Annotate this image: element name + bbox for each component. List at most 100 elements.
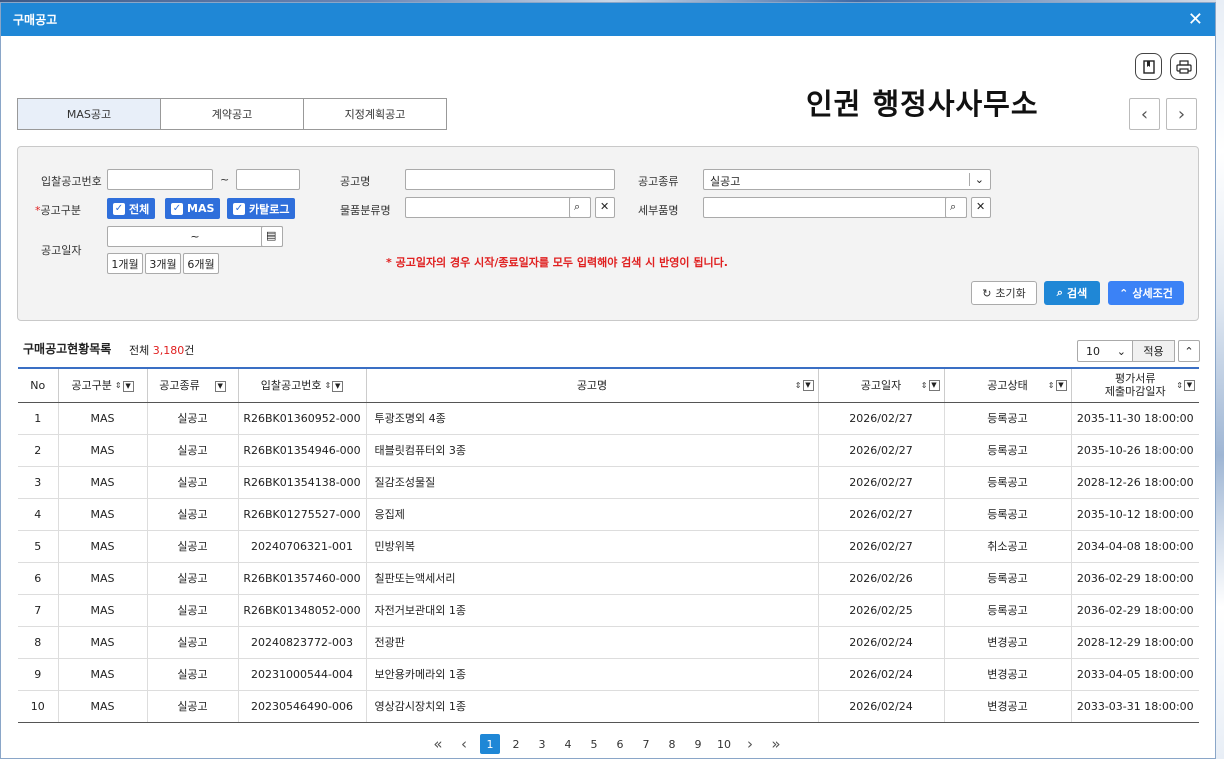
table-row[interactable]: 4 MAS 실공고 R26BK01275527-000 응집제 2026/02/27 등록공… bbox=[18, 498, 1199, 531]
row-notice-name[interactable]: 투광조명외 4종 bbox=[366, 402, 819, 435]
detail-item-clear-button[interactable]: ✕ bbox=[971, 197, 991, 218]
row-bid-no: R26BK01348052-000 bbox=[238, 594, 367, 627]
row-date: 2026/02/27 bbox=[818, 434, 945, 467]
col-type[interactable]: 공고종류 ▼ bbox=[147, 367, 239, 403]
nav-arrows: ‹ › bbox=[1129, 98, 1197, 130]
page-button[interactable]: 3 bbox=[529, 734, 555, 754]
notice-tabs: MAS공고 계약공고 지정계획공고 bbox=[17, 98, 447, 130]
month-1-button[interactable]: 1개월 bbox=[107, 253, 143, 274]
next-button[interactable]: › bbox=[1166, 98, 1197, 130]
col-notice-name[interactable]: 공고명 ⇕ ▼ bbox=[366, 367, 819, 403]
prev-button[interactable]: ‹ bbox=[1129, 98, 1160, 130]
search-button[interactable]: ⌕ 검색 bbox=[1044, 281, 1100, 305]
table-row[interactable]: 3 MAS 실공고 R26BK01354138-000 질감조성물질 2026/02/27… bbox=[18, 466, 1199, 499]
chevron-down-icon: ⌄ bbox=[968, 173, 984, 186]
page-button[interactable]: 10 bbox=[711, 734, 737, 754]
chevron-left-icon: ‹ bbox=[461, 735, 467, 753]
calendar-button[interactable]: ▤ bbox=[261, 226, 283, 247]
table-row[interactable]: 8 MAS 실공고 20240823772-003 전광판 2026/02/24 변경공고 2… bbox=[18, 626, 1199, 659]
bid-no-start-input[interactable] bbox=[107, 169, 213, 190]
notice-name-input[interactable] bbox=[405, 169, 615, 190]
item-class-input[interactable] bbox=[405, 197, 591, 218]
next-page-button[interactable]: › bbox=[737, 734, 763, 754]
date-range-input[interactable]: ~ bbox=[107, 226, 283, 247]
detail-item-search-button[interactable]: ⌕ bbox=[945, 197, 967, 218]
close-icon[interactable]: ✕ bbox=[1188, 10, 1203, 29]
page-button[interactable]: 5 bbox=[581, 734, 607, 754]
row-bid-no: 20240823772-003 bbox=[238, 626, 367, 659]
first-page-button[interactable]: « bbox=[425, 734, 451, 754]
row-bid-no: R26BK01354138-000 bbox=[238, 466, 367, 499]
row-deadline: 2035-10-26 18:00:00 bbox=[1071, 434, 1199, 467]
apply-button[interactable]: 적용 bbox=[1133, 340, 1175, 362]
row-notice-name[interactable]: 응집제 bbox=[366, 498, 819, 531]
page-button[interactable]: 8 bbox=[659, 734, 685, 754]
page-button[interactable]: 4 bbox=[555, 734, 581, 754]
row-bid-no: R26BK01360952-000 bbox=[238, 402, 367, 435]
table-row[interactable]: 10 MAS 실공고 20230546490-006 영상감시장치외 1종 2026/02… bbox=[18, 690, 1199, 723]
col-deadline[interactable]: 평가서류 제출마감일자 ⇕ ▼ bbox=[1071, 367, 1199, 403]
prev-page-button[interactable]: ‹ bbox=[451, 734, 477, 754]
row-status: 변경공고 bbox=[944, 690, 1072, 723]
row-deadline: 2028-12-29 18:00:00 bbox=[1071, 626, 1199, 659]
purchase-notice-modal: 구매공고 ✕ 인권 행정사사무소 ‹ › MAS공고 계약공고 지정계획공고 입… bbox=[0, 2, 1216, 759]
collapse-button[interactable]: ⌃ bbox=[1178, 340, 1200, 362]
col-category[interactable]: 공고구분 ⇕ ▼ bbox=[58, 367, 148, 403]
sort-icon: ⇕ bbox=[1047, 380, 1055, 390]
page-button[interactable]: 9 bbox=[685, 734, 711, 754]
page-button[interactable]: 6 bbox=[607, 734, 633, 754]
notice-type-select[interactable]: 실공고 ⌄ bbox=[703, 169, 991, 190]
row-date: 2026/02/24 bbox=[818, 626, 945, 659]
table-row[interactable]: 1 MAS 실공고 R26BK01360952-000 투광조명외 4종 2026/02/… bbox=[18, 402, 1199, 435]
row-type: 실공고 bbox=[147, 466, 239, 499]
detail-item-input[interactable] bbox=[703, 197, 967, 218]
table-row[interactable]: 7 MAS 실공고 R26BK01348052-000 자전거보관대외 1종 2026/0… bbox=[18, 594, 1199, 627]
row-category: MAS bbox=[58, 594, 148, 627]
row-notice-name[interactable]: 태블릿컴퓨터외 3종 bbox=[366, 434, 819, 467]
check-catalog[interactable]: ✓ 카탈로그 bbox=[227, 198, 296, 219]
page-button[interactable]: 1 bbox=[477, 734, 503, 754]
month-6-button[interactable]: 6개월 bbox=[183, 253, 219, 274]
table-row[interactable]: 5 MAS 실공고 20240706321-001 민방위복 2026/02/27 취소공고… bbox=[18, 530, 1199, 563]
reset-button[interactable]: ↻ 초기화 bbox=[971, 281, 1037, 305]
notice-type-label: 공고종류 bbox=[638, 175, 679, 188]
tab-designated[interactable]: 지정계획공고 bbox=[303, 98, 447, 130]
row-notice-name[interactable]: 자전거보관대외 1종 bbox=[366, 594, 819, 627]
row-notice-name[interactable]: 영상감시장치외 1종 bbox=[366, 690, 819, 723]
tab-mas[interactable]: MAS공고 bbox=[17, 98, 161, 130]
page-size-select[interactable]: 10 ⌄ bbox=[1077, 340, 1133, 362]
bid-no-end-input[interactable] bbox=[236, 169, 300, 190]
item-class-clear-button[interactable]: ✕ bbox=[595, 197, 615, 218]
last-page-button[interactable]: » bbox=[763, 734, 789, 754]
row-notice-name[interactable]: 전광판 bbox=[366, 626, 819, 659]
col-no[interactable]: No bbox=[18, 367, 59, 403]
bookmark-button[interactable] bbox=[1135, 53, 1162, 80]
filter-icon: ▼ bbox=[1184, 380, 1195, 391]
table-row[interactable]: 6 MAS 실공고 R26BK01357460-000 칠판또는액세서리 2026/02/… bbox=[18, 562, 1199, 595]
month-3-button[interactable]: 3개월 bbox=[145, 253, 181, 274]
row-notice-name[interactable]: 민방위복 bbox=[366, 530, 819, 563]
print-button[interactable] bbox=[1170, 53, 1197, 80]
check-mas[interactable]: ✓ MAS bbox=[165, 198, 221, 219]
col-bid-no[interactable]: 입찰공고번호 ⇕ ▼ bbox=[238, 367, 367, 403]
detail-conditions-button[interactable]: ⌃ 상세조건 bbox=[1108, 281, 1184, 305]
col-status[interactable]: 공고상태 ⇕ ▼ bbox=[944, 367, 1072, 403]
tab-contract[interactable]: 계약공고 bbox=[160, 98, 304, 130]
item-class-search-button[interactable]: ⌕ bbox=[569, 197, 591, 218]
table-row[interactable]: 2 MAS 실공고 R26BK01354946-000 태블릿컴퓨터외 3종 2026/0… bbox=[18, 434, 1199, 467]
company-name: 인권 행정사사무소 bbox=[806, 87, 1039, 121]
row-status: 등록공고 bbox=[944, 562, 1072, 595]
check-all[interactable]: ✓ 전체 bbox=[107, 198, 156, 219]
table-row[interactable]: 9 MAS 실공고 20231000544-004 보안용카메라외 1종 2026/02/… bbox=[18, 658, 1199, 691]
row-notice-name[interactable]: 칠판또는액세서리 bbox=[366, 562, 819, 595]
refresh-icon: ↻ bbox=[982, 286, 992, 300]
row-notice-name[interactable]: 질감조성물질 bbox=[366, 466, 819, 499]
page-button[interactable]: 7 bbox=[633, 734, 659, 754]
row-status: 변경공고 bbox=[944, 658, 1072, 691]
row-notice-name[interactable]: 보안용카메라외 1종 bbox=[366, 658, 819, 691]
row-bid-no: 20240706321-001 bbox=[238, 530, 367, 563]
col-date[interactable]: 공고일자 ⇕ ▼ bbox=[818, 367, 945, 403]
row-status: 등록공고 bbox=[944, 594, 1072, 627]
page-button[interactable]: 2 bbox=[503, 734, 529, 754]
row-category: MAS bbox=[58, 690, 148, 723]
